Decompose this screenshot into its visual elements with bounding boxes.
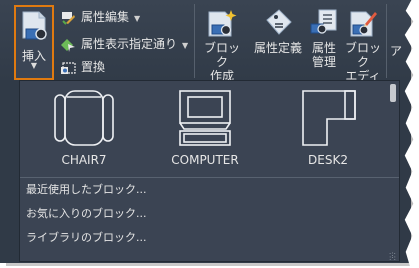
manage-attributes-label-1: 属性 bbox=[311, 41, 336, 55]
library-blocks-item[interactable]: ライブラリのブロック... bbox=[26, 229, 147, 247]
block-tile-chair7[interactable]: CHAIR7 bbox=[29, 85, 139, 173]
chevron-down-icon: ▼ bbox=[134, 14, 141, 23]
insert-block-gallery: CHAIR7 COMPUTER DESK2 最近使用したブロック... お気に入… bbox=[19, 80, 400, 262]
define-attributes-button[interactable]: 属性定義 bbox=[252, 8, 304, 55]
chair-icon bbox=[54, 90, 114, 146]
replace-button[interactable]: 置換 bbox=[60, 58, 105, 76]
manage-attributes-icon bbox=[310, 9, 337, 34]
insert-button[interactable]: 挿入 ▼ bbox=[14, 5, 54, 80]
block-tile-label: COMPUTER bbox=[171, 153, 239, 167]
chevron-down-icon: ▼ bbox=[182, 41, 189, 50]
manage-attributes-button[interactable]: 属性 管理 bbox=[308, 8, 340, 69]
replace-label: 置換 bbox=[81, 60, 106, 74]
computer-icon bbox=[179, 90, 231, 146]
block-editor-label-1: ブロック bbox=[344, 41, 381, 69]
block-tile-computer[interactable]: COMPUTER bbox=[150, 85, 260, 173]
block-tile-label: CHAIR7 bbox=[61, 153, 107, 167]
panel-divider bbox=[194, 4, 195, 78]
block-tiles: CHAIR7 COMPUTER DESK2 bbox=[20, 81, 390, 173]
create-block-label-1: ブロック bbox=[203, 41, 240, 69]
panel-divider bbox=[386, 4, 387, 78]
resize-grip-icon[interactable]: ·:·:·: bbox=[389, 251, 398, 262]
define-attributes-label: 属性定義 bbox=[253, 41, 302, 55]
gallery-scrollbar[interactable] bbox=[390, 84, 396, 102]
next-panel-label[interactable]: ア bbox=[390, 44, 410, 58]
recent-blocks-item[interactable]: 最近使用したブロック... bbox=[26, 181, 147, 199]
block-editor-icon bbox=[350, 11, 377, 37]
window-shadow bbox=[6, 263, 412, 266]
manage-attributes-label-2: 管理 bbox=[311, 55, 336, 69]
ribbon-panel: 挿入 ▼ 属性編集 ▼ 属性表示指定通り ▼ 置換 ブロック 作成 属性定義 属… bbox=[0, 0, 413, 263]
edit-attribute-button[interactable]: 属性編集 ▼ bbox=[60, 8, 140, 26]
create-block-button[interactable]: ブロック 作成 bbox=[200, 8, 244, 83]
edit-attribute-label: 属性編集 bbox=[81, 10, 130, 24]
favorite-blocks-item[interactable]: お気に入りのブロック... bbox=[26, 205, 147, 223]
menu-divider bbox=[20, 177, 399, 178]
define-attributes-icon bbox=[266, 9, 292, 35]
attribute-display-label: 属性表示指定通り bbox=[81, 37, 178, 51]
block-tile-label: DESK2 bbox=[308, 153, 348, 167]
edit-attribute-icon bbox=[62, 11, 75, 25]
desk-icon bbox=[302, 90, 356, 146]
attribute-display-icon bbox=[61, 38, 75, 52]
insert-block-icon bbox=[22, 11, 47, 40]
replace-icon bbox=[61, 61, 76, 74]
attribute-display-button[interactable]: 属性表示指定通り ▼ bbox=[60, 35, 188, 53]
block-tile-desk2[interactable]: DESK2 bbox=[273, 85, 383, 173]
chevron-down-icon: ▼ bbox=[30, 61, 38, 70]
create-block-icon bbox=[208, 10, 237, 37]
